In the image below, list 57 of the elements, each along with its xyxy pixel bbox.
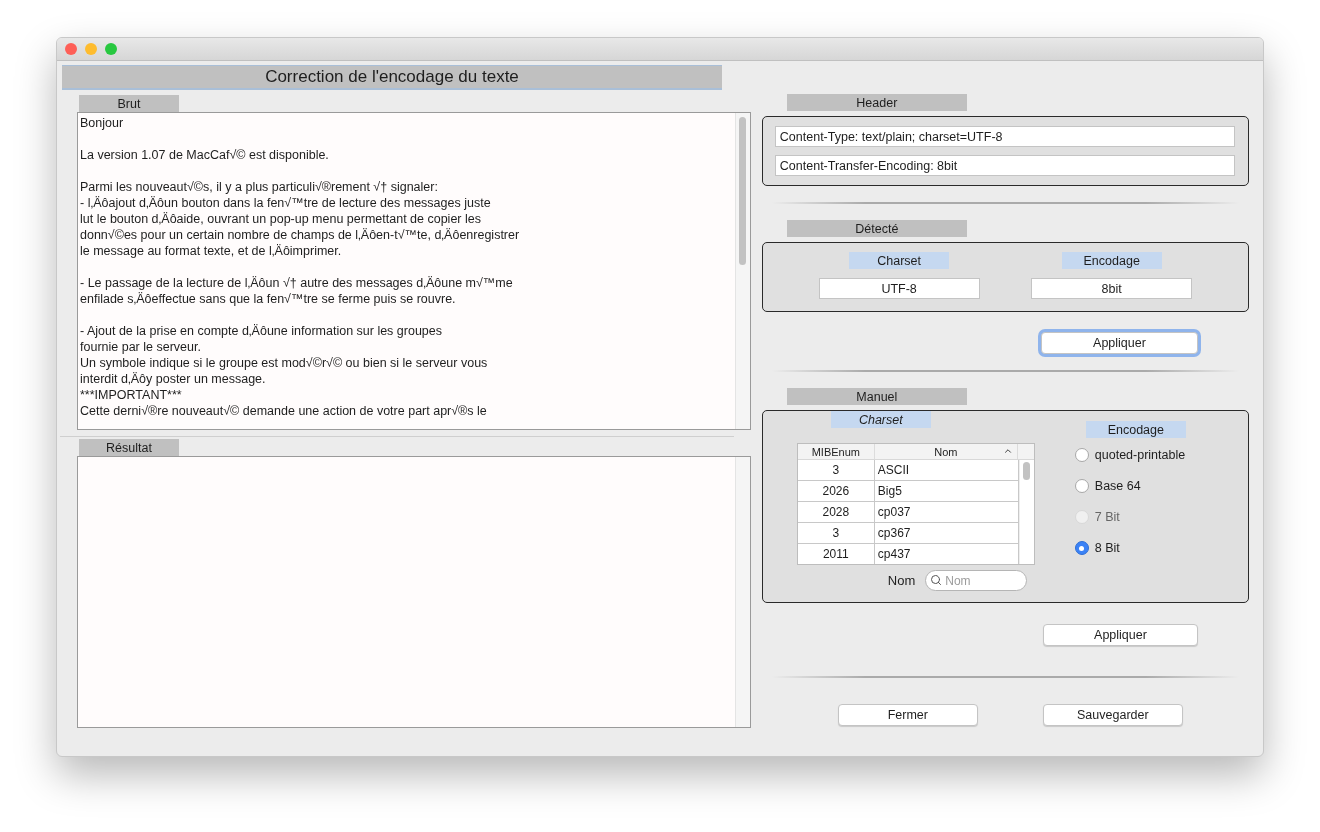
encoding-field[interactable]: 8bit xyxy=(1031,278,1193,299)
encoding-radio[interactable]: Base 64 xyxy=(1074,479,1186,493)
table-cell: 2026 xyxy=(797,481,875,501)
table-cell: 2011 xyxy=(797,544,875,564)
minimize-icon[interactable] xyxy=(85,43,97,55)
charset-field[interactable]: UTF-8 xyxy=(818,278,980,299)
text-line: fournie par le serveur. xyxy=(80,339,202,355)
caret-icon xyxy=(1002,446,1013,456)
text-line: interdit d‚Äôy poster un message. xyxy=(80,371,267,387)
table-cell: 3 xyxy=(797,523,875,543)
text-line: Parmi les nouveaut√©s, il y a plus particuli√®rement √† signaler: xyxy=(80,179,439,195)
apply-button[interactable]: Appliquer xyxy=(1041,332,1198,354)
text-line: donn√©es pour un certain nombre de champs de l‚Äôen-t√™te, d‚Äôenregistrer xyxy=(80,227,521,243)
table-cell: cp037 xyxy=(874,502,1019,522)
section-label: Header xyxy=(786,94,967,111)
search-icon xyxy=(930,574,943,586)
text-line: enfilade s‚Äôeffectue sans que la fen√™tre se ferme puis se rouvre. xyxy=(80,291,457,307)
text-line: - Le passage de la lecture de l‚Äôun √† autre des messages d‚Äôune m√™me xyxy=(80,275,514,291)
save-button[interactable]: Sauvegarder xyxy=(1042,704,1183,726)
encoding-radio[interactable]: 8 Bit xyxy=(1074,541,1186,555)
header-field[interactable]: Content-Type: text/plain; charset=UTF-8 xyxy=(774,126,1235,147)
text-line: Un symbole indique si le groupe est mod√©r√© ou bien si le serveur vous xyxy=(80,355,489,371)
section-label: Manuel xyxy=(786,388,967,405)
text-line: le message au format texte, et de l‚Äôimprimer. xyxy=(80,243,343,259)
table-cell: Big5 xyxy=(874,481,1019,501)
column-label: Charset xyxy=(849,252,950,269)
zoom-icon[interactable] xyxy=(105,43,117,55)
column-label: Encodage xyxy=(1061,252,1162,269)
close-button[interactable]: Fermer xyxy=(837,704,978,726)
column-header[interactable]: Nom xyxy=(874,444,1018,459)
text-line: La version 1.07 de MacCaf√© est disponible. xyxy=(80,147,330,163)
column-label: Encodage xyxy=(1085,421,1186,438)
text-line: ***IMPORTANT*** xyxy=(80,387,183,403)
section-label: Brut xyxy=(79,95,179,112)
search-field[interactable]: Nom xyxy=(925,570,1028,591)
text-line: - Ajout de la prise en compte d‚Äôune information sur les groupes xyxy=(80,323,443,339)
column-header[interactable]: MIBEnum xyxy=(797,444,875,459)
text-line: Bonjour xyxy=(80,115,125,131)
table-cell: ASCII xyxy=(874,460,1019,480)
table-cell: 3 xyxy=(797,460,875,480)
section-label: Détecté xyxy=(786,220,967,237)
search-label: Nom xyxy=(887,573,916,588)
column-label: Charset xyxy=(830,411,931,428)
table-cell: cp367 xyxy=(874,523,1019,543)
scrollbar[interactable] xyxy=(735,113,750,429)
text-line: lut le bouton d‚Äôaide, ouvrant un pop-up menu permettant de copier les xyxy=(80,211,482,227)
header-field[interactable]: Content-Transfer-Encoding: 8bit xyxy=(774,155,1235,176)
table-cell: 2028 xyxy=(797,502,875,522)
close-icon[interactable] xyxy=(65,43,77,55)
text-area[interactable] xyxy=(77,112,751,430)
text-line: - l‚Äôajout d‚Äôun bouton dans la fen√™tre de lecture des messages juste xyxy=(80,195,492,211)
text-line: Cette derni√®re nouveaut√© demande une action de votre part apr√®s le xyxy=(80,403,488,419)
window-title: Correction de l'encodage du texte xyxy=(62,65,722,90)
table-cell: cp437 xyxy=(874,544,1019,564)
encoding-radio[interactable]: quoted-printable xyxy=(1074,448,1186,462)
apply-button[interactable]: Appliquer xyxy=(1043,624,1198,646)
section-label: Résultat xyxy=(79,439,179,456)
